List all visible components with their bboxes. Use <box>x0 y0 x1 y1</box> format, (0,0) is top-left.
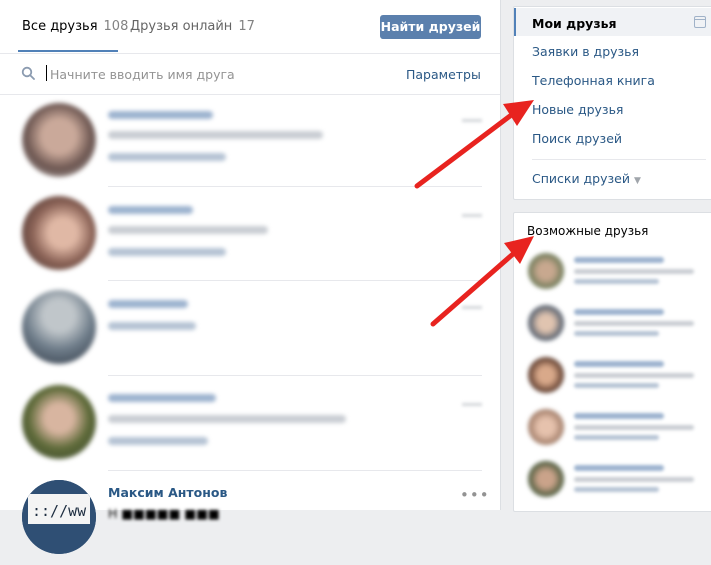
blurred-status <box>108 131 323 139</box>
friend-row[interactable] <box>0 282 500 375</box>
avatar[interactable] <box>528 461 564 497</box>
avatar[interactable] <box>22 385 96 459</box>
friend-name[interactable]: Максим Антонов <box>108 485 227 500</box>
find-friends-button[interactable]: Найти друзей <box>380 15 481 39</box>
avatar[interactable] <box>22 103 96 177</box>
friends-panel: Все друзья 108 Друзья онлайн 17 Найти друз… <box>0 0 501 554</box>
possible-friend-item[interactable] <box>514 247 711 299</box>
more-dots-icon[interactable] <box>462 403 482 406</box>
active-tab-indicator <box>18 50 118 52</box>
more-dots-icon[interactable] <box>462 306 482 309</box>
friend-row[interactable] <box>0 377 500 470</box>
blurred-name <box>574 465 664 471</box>
avatar[interactable]: :://ww <box>22 480 96 554</box>
avatar[interactable] <box>528 305 564 341</box>
possible-friend-item[interactable] <box>514 299 711 351</box>
blurred-status <box>574 373 694 378</box>
tab-online-count: 17 <box>238 19 255 34</box>
svg-text::://ww: :://ww <box>32 502 87 520</box>
tab-all-count: 108 <box>103 19 129 34</box>
blurred-status <box>574 477 694 482</box>
chevron-down-icon: ▼ <box>633 176 641 186</box>
more-dots-icon[interactable]: ••• <box>460 486 490 504</box>
possible-friends-title: Возможные друзья <box>527 224 649 238</box>
blurred-name <box>108 111 213 119</box>
active-item-indicator <box>514 8 516 36</box>
blurred-message-link <box>108 153 226 161</box>
blurred-status <box>574 321 694 326</box>
blurred-add-link <box>574 279 659 284</box>
friends-tabs: Все друзья 108 Друзья онлайн 17 Найти друз… <box>0 0 500 54</box>
blurred-status <box>108 226 268 234</box>
row-divider <box>108 470 482 471</box>
row-divider <box>108 375 482 376</box>
friend-row[interactable] <box>0 95 500 188</box>
menu-item-friend-requests[interactable]: Заявки в друзья <box>532 44 639 59</box>
blurred-add-link <box>574 487 659 492</box>
blurred-name <box>574 257 664 263</box>
blurred-name <box>108 300 188 308</box>
blurred-message-link <box>108 437 208 445</box>
friend-search-bar: Начните вводить имя друга Параметры ⌵ <box>0 54 500 95</box>
tab-all-friends[interactable]: Все друзья 108 <box>22 19 128 34</box>
blurred-add-link <box>574 383 659 388</box>
possible-friend-item[interactable] <box>514 455 711 507</box>
avatar[interactable] <box>528 409 564 445</box>
blurred-name <box>574 361 664 367</box>
text-caret <box>46 65 47 81</box>
avatar[interactable] <box>528 357 564 393</box>
chevron-down-icon: ⌵ <box>473 70 480 80</box>
blurred-status <box>108 415 346 423</box>
blurred-name <box>108 394 216 402</box>
avatar[interactable] <box>528 253 564 289</box>
avatar[interactable] <box>22 196 96 270</box>
blurred-add-link <box>574 435 659 440</box>
avatar[interactable] <box>22 290 96 364</box>
blurred-name <box>108 206 193 214</box>
possible-friends-block: Возможные друзья <box>513 212 711 512</box>
row-divider <box>108 280 482 281</box>
menu-divider <box>532 159 706 160</box>
friend-row[interactable] <box>0 188 500 281</box>
more-dots-icon[interactable] <box>462 214 482 217</box>
blurred-message-link <box>108 248 226 256</box>
calendar-icon[interactable] <box>694 16 706 28</box>
blurred-add-link <box>574 331 659 336</box>
blurred-name <box>574 413 664 419</box>
friend-lists-label: Списки друзей <box>532 171 630 186</box>
more-dots-icon[interactable] <box>462 119 482 122</box>
blurred-message-link <box>108 322 196 330</box>
tab-online-label: Друзья онлайн <box>130 19 233 34</box>
tab-all-label: Все друзья <box>22 19 98 34</box>
parameters-link[interactable]: Параметры <box>406 67 481 82</box>
menu-item-new-friends[interactable]: Новые друзья <box>532 102 623 117</box>
menu-item-friend-lists[interactable]: Списки друзей ▼ <box>532 171 641 186</box>
friend-row[interactable]: :://ww Максим Антонов Н ■■■■■ ■■■ ••• <box>0 472 500 565</box>
blurred-status <box>574 425 694 430</box>
blurred-name <box>574 309 664 315</box>
row-divider <box>108 186 482 187</box>
friends-menu: Мои друзья Заявки в друзья Телефонная кн… <box>513 6 711 200</box>
blurred-status <box>574 269 694 274</box>
search-input[interactable]: Начните вводить имя друга <box>50 67 235 82</box>
menu-item-phone-book[interactable]: Телефонная книга <box>532 73 655 88</box>
menu-item-my-friends[interactable]: Мои друзья <box>532 16 617 31</box>
possible-friend-item[interactable] <box>514 351 711 403</box>
search-icon <box>21 66 35 80</box>
possible-friend-item[interactable] <box>514 403 711 455</box>
menu-item-find-friends[interactable]: Поиск друзей <box>532 131 622 146</box>
blurred-status: Н ■■■■■ ■■■ <box>108 506 220 521</box>
tab-online-friends[interactable]: Друзья онлайн 17 <box>130 19 255 34</box>
